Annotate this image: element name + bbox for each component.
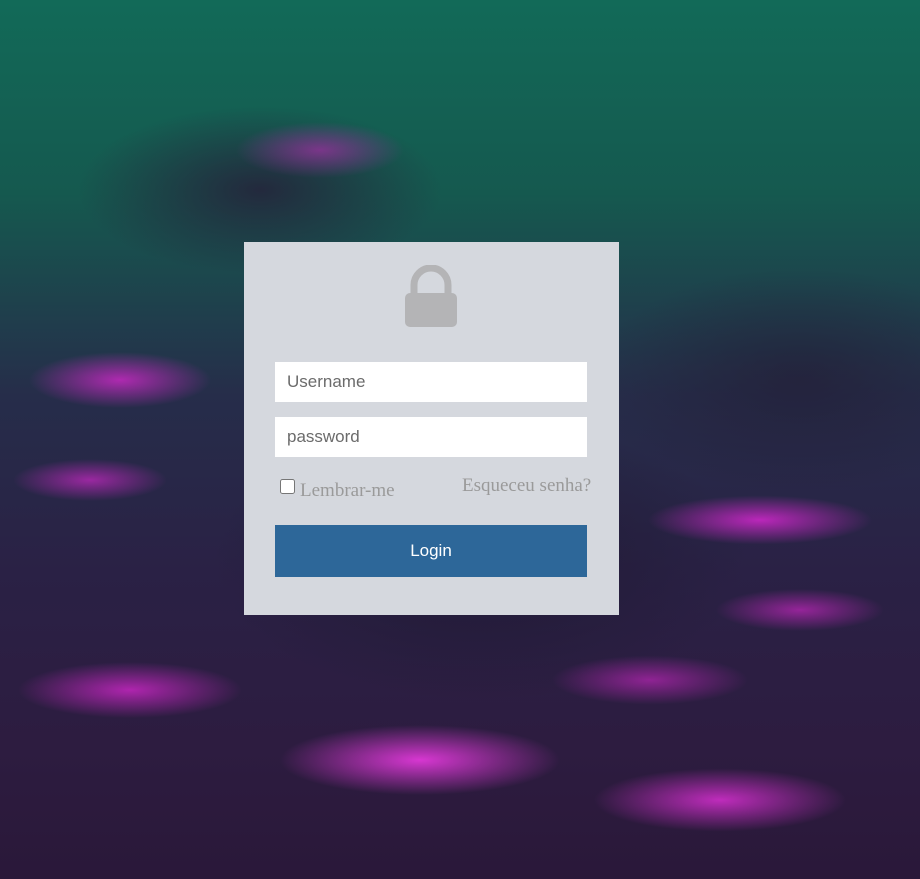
login-card: Lembrar-me Esqueceu senha? Login	[244, 242, 619, 615]
login-button[interactable]: Login	[275, 525, 587, 577]
forgot-password-link[interactable]: Esqueceu senha?	[462, 475, 591, 497]
username-input[interactable]	[275, 362, 587, 402]
remember-me-label: Lembrar-me	[300, 480, 395, 501]
remember-me[interactable]: Lembrar-me	[280, 476, 395, 501]
password-input[interactable]	[275, 417, 587, 457]
remember-me-checkbox[interactable]	[280, 478, 295, 494]
lock-icon	[404, 264, 458, 329]
